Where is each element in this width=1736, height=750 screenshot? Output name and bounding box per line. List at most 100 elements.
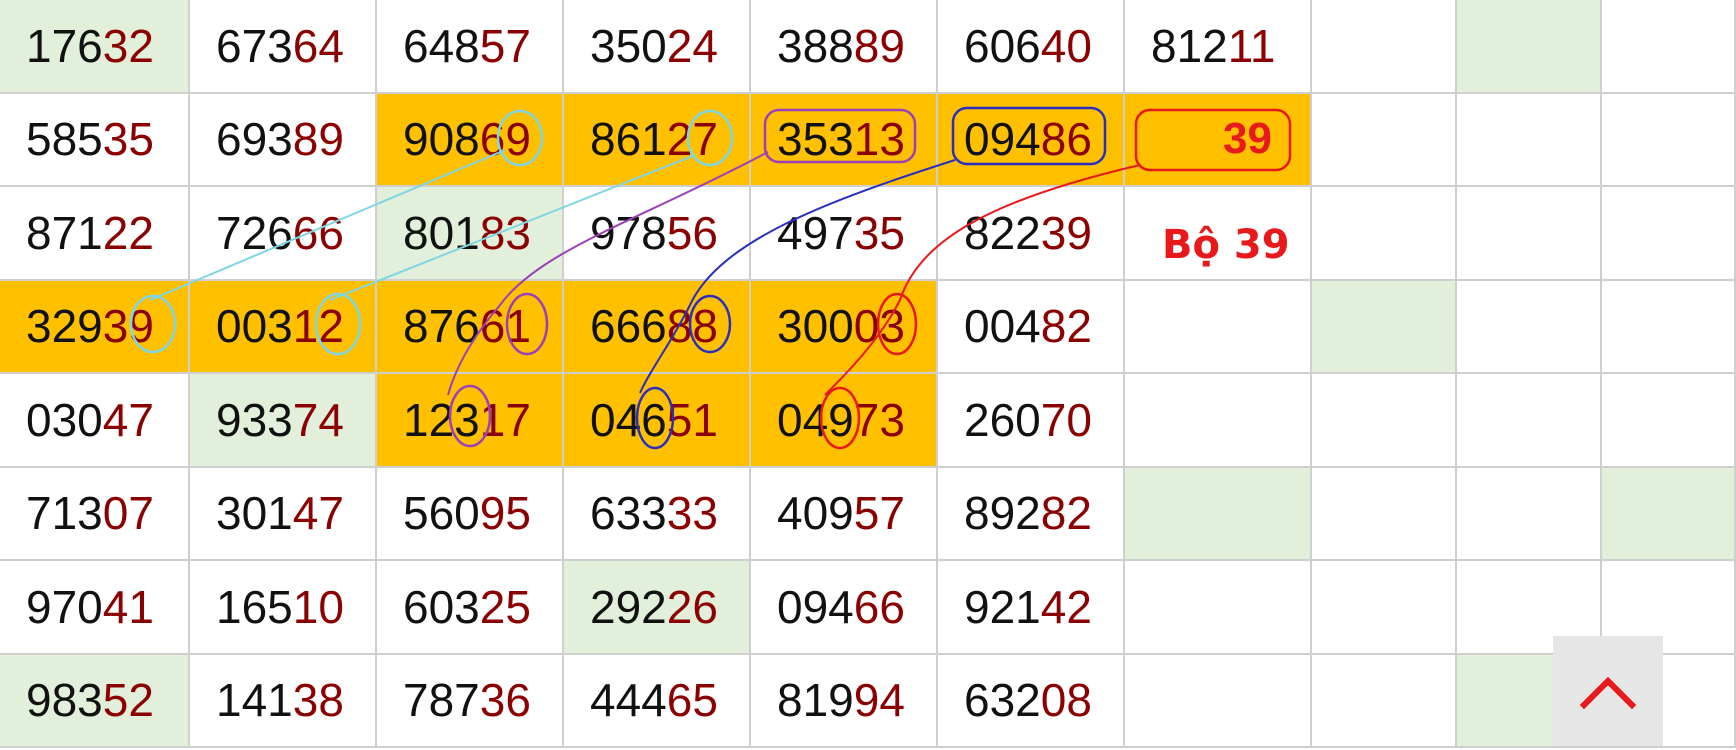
scroll-to-top-button[interactable] bbox=[1553, 636, 1663, 746]
grid-cell[interactable] bbox=[1457, 187, 1602, 281]
grid-cell[interactable]: 301 47 bbox=[190, 467, 377, 561]
number-tail-digits: 83 bbox=[479, 206, 531, 259]
number-tail-digits: 89 bbox=[292, 113, 344, 166]
grid-cell[interactable]: 046 51 bbox=[564, 374, 751, 468]
number-lead-digits: 300 bbox=[777, 300, 854, 353]
grid-cell[interactable] bbox=[1312, 654, 1457, 748]
number-lead-digits: 301 bbox=[216, 487, 293, 540]
grid-cell[interactable] bbox=[1125, 280, 1312, 374]
grid-cell[interactable]: 444 65 bbox=[564, 654, 751, 748]
number-lead-digits: 030 bbox=[26, 393, 103, 446]
grid-cell[interactable] bbox=[1602, 467, 1736, 561]
grid-cell[interactable] bbox=[1602, 93, 1736, 187]
grid-cell[interactable] bbox=[1602, 374, 1736, 468]
grid-cell[interactable]: 983 52 bbox=[0, 654, 190, 748]
grid-cell[interactable]: 300 03 bbox=[751, 280, 938, 374]
number-lead-digits: 787 bbox=[403, 674, 480, 727]
grid-cell[interactable]: 921 42 bbox=[938, 561, 1125, 655]
number-lead-digits: 801 bbox=[403, 206, 480, 259]
grid-cell[interactable]: 693 89 bbox=[190, 93, 377, 187]
grid-cell[interactable]: 388 89 bbox=[751, 0, 938, 94]
grid-cell[interactable]: 409 57 bbox=[751, 467, 938, 561]
grid-cell[interactable]: 908 69 bbox=[377, 93, 564, 187]
highlight-number: 39 bbox=[1223, 114, 1272, 164]
grid-cell[interactable]: 094 86 bbox=[938, 93, 1125, 187]
grid-cell[interactable]: 978 56 bbox=[564, 187, 751, 281]
number-tail-digits: 35 bbox=[102, 113, 154, 166]
grid-cell[interactable] bbox=[1457, 467, 1602, 561]
grid-cell[interactable]: 603 25 bbox=[377, 561, 564, 655]
grid-cell[interactable] bbox=[1602, 280, 1736, 374]
number-lead-digits: 632 bbox=[964, 674, 1041, 727]
grid-cell[interactable]: 726 66 bbox=[190, 187, 377, 281]
grid-cell[interactable] bbox=[1457, 280, 1602, 374]
grid-cell[interactable] bbox=[1312, 561, 1457, 655]
grid-cell[interactable]: 560 95 bbox=[377, 467, 564, 561]
number-lead-digits: 876 bbox=[403, 300, 480, 353]
grid-cell[interactable]: 713 07 bbox=[0, 467, 190, 561]
number-lead-digits: 004 bbox=[964, 300, 1041, 353]
grid-cell[interactable]: 176 32 bbox=[0, 0, 190, 94]
grid-cell[interactable]: 141 38 bbox=[190, 654, 377, 748]
grid-cell[interactable]: 049 73 bbox=[751, 374, 938, 468]
grid-cell[interactable] bbox=[1457, 374, 1602, 468]
grid-cell[interactable] bbox=[1312, 374, 1457, 468]
grid-cell[interactable]: 871 22 bbox=[0, 187, 190, 281]
grid-cell[interactable]: 633 33 bbox=[564, 467, 751, 561]
grid-cell[interactable]: 497 35 bbox=[751, 187, 938, 281]
grid-cell[interactable]: 606 40 bbox=[938, 0, 1125, 94]
grid-cell[interactable]: 822 39 bbox=[938, 187, 1125, 281]
grid-cell[interactable]: 933 74 bbox=[190, 374, 377, 468]
grid-cell[interactable]: 260 70 bbox=[938, 374, 1125, 468]
number-tail-digits: 86 bbox=[1040, 113, 1092, 166]
grid-cell[interactable]: 165 10 bbox=[190, 561, 377, 655]
grid-cell[interactable]: 819 94 bbox=[751, 654, 938, 748]
number-lead-digits: 444 bbox=[590, 674, 667, 727]
grid-cell[interactable] bbox=[1602, 0, 1736, 94]
grid-cell[interactable]: 003 12 bbox=[190, 280, 377, 374]
grid-cell[interactable]: 892 82 bbox=[938, 467, 1125, 561]
grid-cell[interactable]: 801 83 bbox=[377, 187, 564, 281]
grid-cell[interactable]: 030 47 bbox=[0, 374, 190, 468]
grid-cell[interactable]: 812 11 bbox=[1125, 0, 1312, 94]
grid-cell[interactable] bbox=[1312, 467, 1457, 561]
grid-cell[interactable]: 39 bbox=[1125, 93, 1312, 187]
grid-cell[interactable]: 004 82 bbox=[938, 280, 1125, 374]
grid-cell[interactable] bbox=[1125, 561, 1312, 655]
number-tail-digits: 94 bbox=[853, 674, 905, 727]
grid-cell[interactable]: 666 88 bbox=[564, 280, 751, 374]
grid-cell[interactable]: 673 64 bbox=[190, 0, 377, 94]
grid-cell[interactable] bbox=[1312, 93, 1457, 187]
number-tail-digits: 89 bbox=[853, 19, 905, 72]
grid-cell[interactable]: 648 57 bbox=[377, 0, 564, 94]
grid-cell[interactable] bbox=[1602, 187, 1736, 281]
grid-cell[interactable]: 353 13 bbox=[751, 93, 938, 187]
grid-cell[interactable] bbox=[1312, 0, 1457, 94]
grid-cell[interactable] bbox=[1457, 93, 1602, 187]
grid-cell[interactable]: 350 24 bbox=[564, 0, 751, 94]
number-tail-digits: 25 bbox=[479, 580, 531, 633]
grid-cell[interactable]: 970 41 bbox=[0, 561, 190, 655]
grid-cell[interactable]: 787 36 bbox=[377, 654, 564, 748]
grid-cell[interactable] bbox=[1457, 0, 1602, 94]
number-lead-digits: 123 bbox=[403, 393, 480, 446]
number-tail-digits: 47 bbox=[292, 487, 344, 540]
number-lead-digits: 983 bbox=[26, 674, 103, 727]
grid-cell[interactable] bbox=[1125, 654, 1312, 748]
grid-cell[interactable] bbox=[1312, 187, 1457, 281]
grid-cell[interactable]: 292 26 bbox=[564, 561, 751, 655]
number-lead-digits: 819 bbox=[777, 674, 854, 727]
grid-cell[interactable]: 585 35 bbox=[0, 93, 190, 187]
grid-cell[interactable] bbox=[1125, 374, 1312, 468]
grid-cell[interactable] bbox=[1312, 280, 1457, 374]
number-lead-digits: 673 bbox=[216, 19, 293, 72]
number-tail-digits: 82 bbox=[1040, 300, 1092, 353]
grid-cell[interactable] bbox=[1125, 467, 1312, 561]
grid-cell[interactable]: 632 08 bbox=[938, 654, 1125, 748]
grid-cell[interactable]: 329 39 bbox=[0, 280, 190, 374]
grid-cell[interactable]: 094 66 bbox=[751, 561, 938, 655]
grid-cell[interactable]: 861 27 bbox=[564, 93, 751, 187]
grid-cell[interactable]: 123 17 bbox=[377, 374, 564, 468]
number-lead-digits: 260 bbox=[964, 393, 1041, 446]
grid-cell[interactable]: 876 61 bbox=[377, 280, 564, 374]
